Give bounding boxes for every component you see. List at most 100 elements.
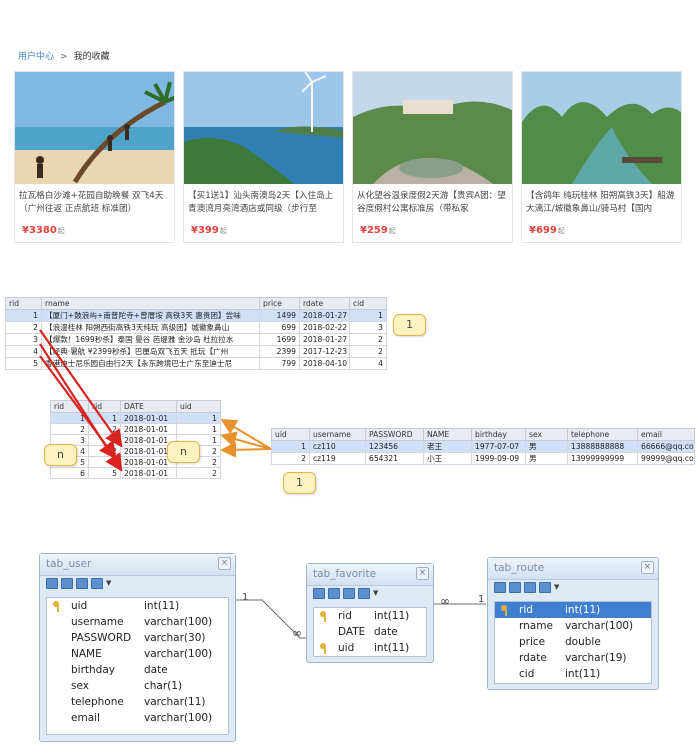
- column-header[interactable]: email: [637, 428, 695, 441]
- column-header[interactable]: rid: [50, 400, 89, 413]
- table-cell[interactable]: 66666@qq.co: [637, 440, 695, 453]
- table-icon[interactable]: [46, 578, 58, 589]
- table-cell[interactable]: 【爆款！1699秒杀】泰国 曼谷 芭堤雅 金沙岛 杜拉拉水: [41, 333, 260, 346]
- er-field-row[interactable]: uid int(11): [314, 640, 426, 656]
- export-icon[interactable]: [358, 588, 370, 599]
- close-icon[interactable]: ×: [218, 557, 231, 570]
- table-cell[interactable]: 1: [176, 412, 221, 424]
- table-cell[interactable]: 2018-01-01: [120, 467, 177, 479]
- route-card[interactable]: 【含鸽年 纯玩桂林 阳朔高铁3天】船游大漓江/城徽象鼻山/骑马村【国内 ¥699…: [521, 71, 682, 243]
- table-cell[interactable]: 小王: [423, 452, 472, 465]
- er-field-row[interactable]: username varchar(100): [47, 614, 228, 630]
- er-field-row[interactable]: birthday date: [47, 662, 228, 678]
- table-row[interactable]: 6 5 2018-01-01 2: [50, 467, 221, 479]
- table-cell[interactable]: 1: [349, 309, 387, 322]
- edit-icon[interactable]: [76, 578, 88, 589]
- route-card-title[interactable]: 【买1送1】汕头南澳岛2天【入住岛上青澳湾月亮湾酒店或同级（步行至: [188, 190, 341, 218]
- export-icon[interactable]: [539, 582, 551, 593]
- route-card-photo[interactable]: [15, 72, 174, 184]
- route-card-title[interactable]: 从化望谷温泉度假2天游【贵宾A团：望谷度假村公寓标准房（带私家: [357, 190, 510, 218]
- er-field-row[interactable]: rid int(11): [495, 602, 651, 618]
- table-cell[interactable]: 2018-01-27: [299, 309, 350, 322]
- route-card[interactable]: 【买1送1】汕头南澳岛2天【入住岛上青澳湾月亮湾酒店或同级（步行至 ¥399起: [183, 71, 344, 243]
- table-cell[interactable]: 2018-01-01: [120, 412, 177, 424]
- route-card-title[interactable]: 【含鸽年 纯玩桂林 阳朔高铁3天】船游大漓江/城徽象鼻山/骑马村【国内: [526, 190, 679, 218]
- table-cell[interactable]: 2: [349, 345, 387, 358]
- column-header[interactable]: username: [309, 428, 366, 441]
- er-field-row[interactable]: rname varchar(100): [495, 618, 651, 634]
- column-header[interactable]: rname: [41, 297, 260, 310]
- column-header[interactable]: rid: [5, 297, 42, 310]
- table-cell[interactable]: 男: [525, 452, 568, 465]
- table-cell[interactable]: 6: [50, 467, 89, 479]
- route-card-photo[interactable]: [522, 72, 681, 184]
- column-header[interactable]: cid: [349, 297, 387, 310]
- er-table-tab-user[interactable]: tab_user × ▼ uid int(11) username varchar(1…: [39, 553, 236, 742]
- table-cell[interactable]: 799: [259, 357, 300, 370]
- er-field-row[interactable]: telephone varchar(11): [47, 694, 228, 710]
- table-cell[interactable]: 13999999999: [567, 452, 638, 465]
- er-field-row[interactable]: uid int(11): [47, 598, 228, 614]
- table-cell[interactable]: cz119: [309, 452, 366, 465]
- table-cell[interactable]: 99999@qq.co: [637, 452, 695, 465]
- table-row[interactable]: 1 cz110 123456 老王 1977-07-07 男 138888888…: [271, 440, 695, 453]
- table-cell[interactable]: 3: [349, 321, 387, 334]
- grid-icon[interactable]: [61, 578, 73, 589]
- table-row[interactable]: 1 1 2018-01-01 1: [50, 412, 221, 424]
- table-cell[interactable]: 香港迪士尼乐园自由行2天【永东跨境巴士广东至迪士尼: [41, 357, 260, 370]
- table-cell[interactable]: 2018-01-27: [299, 333, 350, 346]
- table-cell[interactable]: 1: [176, 423, 221, 435]
- table-cell[interactable]: 4: [349, 357, 387, 370]
- column-header[interactable]: telephone: [567, 428, 638, 441]
- table-row[interactable]: 4 【经典·暑航 ¥2399秒杀】巴厘岛双飞五天 抵玩【广州 2399 2017…: [5, 345, 387, 358]
- table-cell[interactable]: 2: [5, 321, 42, 334]
- edit-icon[interactable]: [524, 582, 536, 593]
- grid-icon[interactable]: [509, 582, 521, 593]
- table-cell[interactable]: 老王: [423, 440, 472, 453]
- edit-icon[interactable]: [343, 588, 355, 599]
- breadcrumb-home-link[interactable]: 用户中心: [18, 52, 54, 62]
- export-icon[interactable]: [91, 578, 103, 589]
- column-header[interactable]: NAME: [423, 428, 472, 441]
- table-row[interactable]: 5 香港迪士尼乐园自由行2天【永东跨境巴士广东至迪士尼 799 2018-04-…: [5, 357, 387, 370]
- table-cell[interactable]: 男: [525, 440, 568, 453]
- er-field-row[interactable]: sex char(1): [47, 678, 228, 694]
- er-field-row[interactable]: NAME varchar(100): [47, 646, 228, 662]
- route-card-photo[interactable]: [353, 72, 512, 184]
- column-header[interactable]: uid: [176, 400, 221, 413]
- table-cell[interactable]: 【厦门+鼓浪屿+南普陀寺+曾厝垵 高铁3天 惠贵团】尝味: [41, 309, 260, 322]
- table-cell[interactable]: 1: [50, 412, 89, 424]
- table-cell[interactable]: 1: [5, 309, 42, 322]
- table-cell[interactable]: 2: [176, 467, 221, 479]
- route-card-photo[interactable]: [184, 72, 343, 184]
- er-field-row[interactable]: rdate varchar(19): [495, 650, 651, 666]
- column-header[interactable]: price: [259, 297, 300, 310]
- route-card[interactable]: 从化望谷温泉度假2天游【贵宾A团：望谷度假村公寓标准房（带私家 ¥259起: [352, 71, 513, 243]
- er-table-tab-favorite[interactable]: tab_favorite × ▼ rid int(11) DATE date uid i…: [306, 563, 434, 663]
- table-cell[interactable]: 【浪漫桂林 阳朔西街高铁3天纯玩 高级团】城徽象鼻山: [41, 321, 260, 334]
- er-field-row[interactable]: cid int(11): [495, 666, 651, 682]
- table-cell[interactable]: 654321: [365, 452, 424, 465]
- table-cell[interactable]: 2: [349, 333, 387, 346]
- column-header[interactable]: uid: [271, 428, 310, 441]
- table-row[interactable]: 2 cz119 654321 小王 1999-09-09 男 139999999…: [271, 452, 695, 465]
- table-cell[interactable]: 699: [259, 321, 300, 334]
- er-field-row[interactable]: rid int(11): [314, 608, 426, 624]
- table-cell[interactable]: 4: [5, 345, 42, 358]
- close-icon[interactable]: ×: [641, 561, 654, 574]
- er-field-row[interactable]: DATE date: [314, 624, 426, 640]
- table-cell[interactable]: 2: [271, 452, 310, 465]
- table-cell[interactable]: 5: [88, 467, 121, 479]
- table-cell[interactable]: 2399: [259, 345, 300, 358]
- er-table-header[interactable]: tab_route ×: [488, 558, 658, 580]
- table-cell[interactable]: 5: [5, 357, 42, 370]
- table-icon[interactable]: [313, 588, 325, 599]
- table-cell[interactable]: 2: [88, 423, 121, 435]
- grid-icon[interactable]: [328, 588, 340, 599]
- table-cell[interactable]: 1977-07-07: [471, 440, 526, 453]
- table-icon[interactable]: [494, 582, 506, 593]
- er-field-row[interactable]: price double: [495, 634, 651, 650]
- table-cell[interactable]: 2017-12-23: [299, 345, 350, 358]
- er-field-row[interactable]: email varchar(100): [47, 710, 228, 726]
- er-field-row[interactable]: PASSWORD varchar(30): [47, 630, 228, 646]
